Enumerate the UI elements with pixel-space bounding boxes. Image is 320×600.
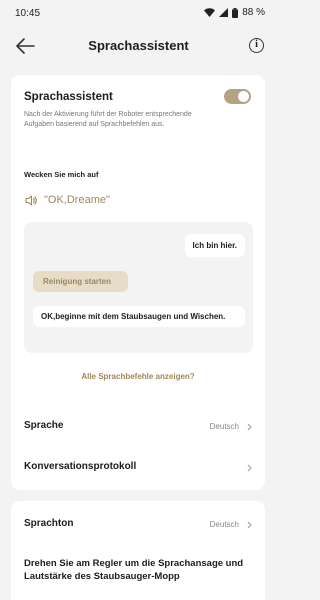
wifi-icon (204, 8, 216, 17)
assistant-reply-bubble: OK,beginne mit dem Staubsaugen und Wisch… (33, 306, 245, 327)
chevron-right-icon (247, 423, 252, 431)
dial-instruction-text: Drehen Sie am Regler um die Sprachansage… (24, 558, 244, 582)
battery-icon (232, 7, 239, 18)
voice-assistant-title: Sprachassistent (24, 91, 113, 103)
info-icon[interactable]: i (249, 38, 264, 53)
status-bar: 10:45 88 % (0, 0, 277, 28)
chevron-right-icon (247, 464, 252, 472)
voice-assistant-description: Nach der Aktivierung führt der Roboter e… (24, 111, 192, 128)
language-label: Sprache (24, 420, 64, 431)
signal-icon (219, 8, 229, 17)
battery-percent: 88 % (242, 7, 265, 18)
header: Sprachassistent i (0, 30, 277, 62)
conversation-log-label: Konversationsprotokoll (24, 461, 137, 472)
language-value: Deutsch (209, 422, 239, 431)
voice-tone-row[interactable]: Sprachton Deutsch (11, 509, 265, 541)
assistant-reply-bubble: Ich bin hier. (184, 234, 245, 257)
conversation-log-row[interactable]: Konversationsprotokoll (11, 452, 265, 484)
speaker-icon[interactable] (25, 195, 38, 206)
toggle-knob (238, 91, 249, 102)
status-icons: 88 % (204, 7, 265, 18)
voice-tone-value: Deutsch (209, 520, 239, 529)
all-commands-link[interactable]: Alle Sprachbefehle anzeigen? (11, 372, 265, 381)
voice-tone-label: Sprachton (24, 518, 74, 529)
voice-assistant-toggle[interactable] (224, 89, 251, 104)
page-title: Sprachassistent (88, 38, 189, 53)
voice-tone-card: Sprachton Deutsch Drehen Sie am Regler u… (11, 501, 265, 600)
voice-assistant-card: Sprachassistent Nach der Aktivierung füh… (11, 75, 265, 490)
wake-word-phrase: "OK,Dreame" (44, 194, 110, 206)
chevron-right-icon (247, 521, 252, 529)
language-row[interactable]: Sprache Deutsch (11, 411, 265, 443)
status-time: 10:45 (15, 8, 41, 19)
user-command-bubble: Reinigung starten (33, 271, 128, 292)
wake-word-label: Wecken Sie mich auf (24, 170, 99, 179)
chat-example-panel: Ich bin hier. Reinigung starten OK,begin… (24, 222, 253, 353)
